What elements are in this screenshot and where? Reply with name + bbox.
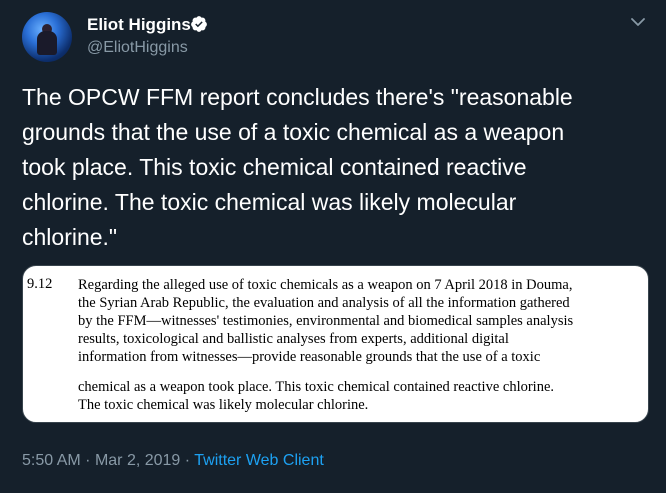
tweet-date[interactable]: Mar 2, 2019 [95, 452, 180, 469]
tweet-metadata: 5:50 AM · Mar 2, 2019 · Twitter Web Clie… [22, 452, 324, 470]
document-line: chemical as a weapon took place. This to… [78, 379, 555, 395]
section-number: 9.12 [27, 276, 53, 292]
tweet-text: The OPCW FFM report concludes there's "r… [22, 80, 652, 255]
document-line: Regarding the alleged use of toxic chemi… [78, 277, 573, 293]
tweet-time[interactable]: 5:50 AM [22, 452, 81, 469]
tweet-text-line: The OPCW FFM report concludes there's "r… [22, 84, 573, 110]
document-paragraph: Regarding the alleged use of toxic chemi… [78, 276, 638, 366]
user-handle[interactable]: @EliotHiggins [87, 39, 188, 57]
document-line: by the FFM—witnesses' testimonies, envir… [78, 313, 574, 329]
document-excerpt: 9.12 Regarding the alleged use of toxic … [23, 266, 648, 422]
document-paragraph-continued: chemical as a weapon took place. This to… [78, 378, 638, 414]
tweet: Eliot Higgins @EliotHiggins The OPCW FFM… [0, 0, 666, 493]
tweet-text-line: grounds that the use of a toxic chemical… [22, 119, 565, 145]
tweet-text-line: chlorine. The toxic chemical was likely … [22, 189, 517, 215]
meta-separator: · [184, 452, 191, 469]
avatar[interactable] [22, 12, 72, 62]
document-line: the Syrian Arab Republic, the evaluation… [78, 295, 570, 311]
document-line: information from witnesses—provide reaso… [78, 349, 541, 365]
chevron-down-icon[interactable] [631, 17, 645, 27]
tweet-source-link[interactable]: Twitter Web Client [194, 452, 324, 469]
meta-separator: · [85, 452, 91, 469]
user-name[interactable]: Eliot Higgins [87, 15, 191, 35]
tweet-media-image[interactable]: 9.12 Regarding the alleged use of toxic … [22, 265, 649, 423]
document-line: results, toxicological and ballistic ana… [78, 331, 509, 347]
verified-badge-icon [191, 16, 207, 32]
tweet-text-line: chlorine." [22, 224, 118, 250]
avatar-figure [37, 31, 57, 55]
tweet-text-line: took place. This toxic chemical containe… [22, 154, 527, 180]
document-line: The toxic chemical was likely molecular … [78, 397, 369, 413]
